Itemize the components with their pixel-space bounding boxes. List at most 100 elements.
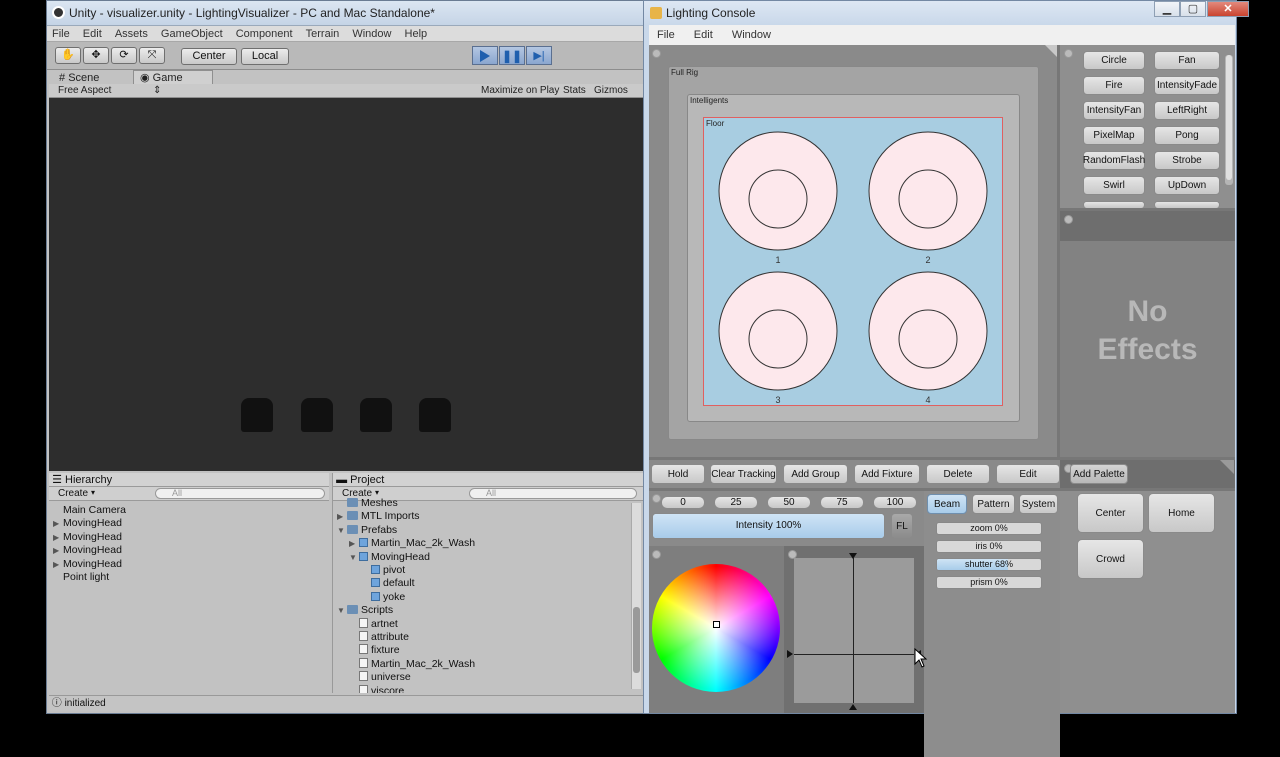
step-button[interactable]: ▶| (526, 46, 552, 65)
effect-more-button[interactable] (1083, 201, 1145, 208)
expand-arrow-icon[interactable]: ▶ (53, 517, 63, 530)
list-item[interactable]: pivot (337, 564, 627, 577)
effect-updown-button[interactable]: UpDown (1154, 176, 1220, 195)
menu-terrain[interactable]: Terrain (301, 26, 345, 42)
menu-edit[interactable]: Edit (78, 26, 107, 42)
list-item[interactable]: artnet (337, 617, 627, 631)
effect-strobe-button[interactable]: Strobe (1154, 151, 1220, 170)
intensity-preset-75[interactable]: 75 (820, 496, 864, 509)
effect-randomflash-button[interactable]: RandomFlash (1083, 151, 1145, 170)
collapse-arrow-icon[interactable]: ▼ (337, 524, 347, 537)
pivot-center-button[interactable]: Center (181, 48, 237, 65)
unity-titlebar[interactable]: Unity - visualizer.unity - LightingVisua… (47, 1, 643, 26)
effect-circle-button[interactable]: Circle (1083, 51, 1145, 70)
list-item[interactable]: universe (337, 671, 627, 684)
hand-tool-button[interactable]: ✋ (55, 47, 81, 64)
zoom-slider[interactable]: zoom 0% (936, 522, 1042, 535)
palette-crowd-button[interactable]: Crowd (1077, 539, 1144, 579)
menu-assets[interactable]: Assets (110, 26, 153, 42)
hierarchy-search-input[interactable]: All (155, 488, 325, 499)
list-item[interactable]: Meshes (337, 497, 627, 510)
minimize-button[interactable]: ▁ (1154, 1, 1180, 17)
pan-marker-left-icon[interactable] (787, 650, 793, 658)
palette-home-button[interactable]: Home (1148, 493, 1215, 533)
expand-arrow-icon[interactable]: ▶ (349, 537, 359, 550)
color-wheel-cursor[interactable] (713, 621, 720, 628)
clear-tracking-button[interactable]: Clear Tracking (710, 464, 777, 484)
color-wheel[interactable] (652, 564, 780, 692)
list-item[interactable]: ▶ Martin_Mac_2k_Wash (337, 537, 627, 550)
tab-beam[interactable]: Beam (927, 494, 967, 514)
tab-system[interactable]: System (1019, 494, 1058, 514)
effect-fire-button[interactable]: Fire (1083, 76, 1145, 95)
list-item[interactable]: Point light (53, 571, 126, 584)
intensity-slider[interactable]: Intensity 100% (652, 513, 885, 539)
effect-intensityfade-button[interactable]: IntensityFade (1154, 76, 1220, 95)
panel-handle-icon[interactable] (1064, 215, 1073, 224)
menu-gameobject[interactable]: GameObject (156, 26, 228, 42)
menu-window[interactable]: Window (347, 26, 396, 42)
intensity-preset-100[interactable]: 100 (873, 496, 917, 509)
tab-game[interactable]: ◉ Game (133, 70, 213, 84)
close-button[interactable]: ✕ (1207, 1, 1249, 17)
hierarchy-create-button[interactable]: Create (58, 488, 88, 499)
group-floor[interactable]: Floor 1 2 3 4 (703, 117, 1003, 406)
expand-arrow-icon[interactable]: ▶ (337, 510, 347, 523)
tilt-marker-bottom-icon[interactable] (849, 704, 857, 710)
project-scrollbar[interactable] (631, 503, 641, 689)
effect-pixelmap-button[interactable]: PixelMap (1083, 126, 1145, 145)
collapse-arrow-icon[interactable]: ▼ (337, 604, 347, 617)
panel-handle-icon[interactable] (652, 550, 661, 559)
list-item[interactable]: Main Camera (53, 504, 126, 517)
effect-pong-button[interactable]: Pong (1154, 126, 1220, 145)
expand-arrow-icon[interactable]: ▶ (53, 531, 63, 544)
console-menu-edit[interactable]: Edit (686, 25, 721, 45)
edit-button[interactable]: Edit (996, 464, 1060, 484)
prism-slider[interactable]: prism 0% (936, 576, 1042, 589)
list-item[interactable]: attribute (337, 631, 627, 644)
fixture-1[interactable] (718, 131, 838, 251)
maximize-on-play-toggle[interactable]: Maximize on Play (481, 84, 559, 97)
fixture-2[interactable] (868, 131, 988, 251)
list-item[interactable]: ▶ MovingHead (53, 558, 126, 571)
tab-scene[interactable]: # Scene (53, 71, 105, 85)
list-item[interactable]: ▼ Scripts (337, 604, 627, 617)
console-titlebar[interactable]: Lighting Console ▁ ▢ ✕ (644, 1, 1249, 25)
move-tool-button[interactable]: ✥ (83, 47, 109, 64)
effect-intensityfan-button[interactable]: IntensityFan (1083, 101, 1145, 120)
console-menu-file[interactable]: File (649, 25, 683, 45)
menu-component[interactable]: Component (231, 26, 298, 42)
fixture-4[interactable] (868, 271, 988, 391)
effect-swirl-button[interactable]: Swirl (1083, 176, 1145, 195)
add-palette-button[interactable]: Add Palette (1070, 464, 1128, 484)
list-item[interactable]: fixture (337, 644, 627, 657)
tilt-marker-top-icon[interactable] (849, 553, 857, 559)
effect-fan-button[interactable]: Fan (1154, 51, 1220, 70)
menu-file[interactable]: File (47, 26, 75, 42)
panel-handle-icon[interactable] (1064, 49, 1073, 58)
flash-button[interactable]: FL (891, 513, 913, 539)
game-viewport[interactable] (49, 98, 643, 471)
list-item[interactable]: ▶ MTL Imports (337, 510, 627, 523)
effect-leftright-button[interactable]: LeftRight (1154, 101, 1220, 120)
play-button[interactable] (472, 46, 498, 65)
tab-pattern[interactable]: Pattern (972, 494, 1015, 514)
project-scrollbar-thumb[interactable] (633, 607, 640, 673)
intensity-preset-25[interactable]: 25 (714, 496, 758, 509)
list-item[interactable]: Martin_Mac_2k_Wash (337, 657, 627, 671)
hold-button[interactable]: Hold (651, 464, 705, 484)
list-item[interactable]: yoke (337, 591, 627, 604)
scale-tool-button[interactable]: ⤧ (139, 47, 165, 64)
maximize-button[interactable]: ▢ (1180, 1, 1206, 17)
delete-button[interactable]: Delete (926, 464, 990, 484)
list-item[interactable]: viscore (337, 684, 627, 693)
iris-slider[interactable]: iris 0% (936, 540, 1042, 553)
intensity-preset-50[interactable]: 50 (767, 496, 811, 509)
palette-center-button[interactable]: Center (1077, 493, 1144, 533)
effect-more-button[interactable] (1154, 201, 1220, 208)
list-item[interactable]: ▶ MovingHead (53, 544, 126, 557)
menu-help[interactable]: Help (400, 26, 433, 42)
collapse-arrow-icon[interactable]: ▼ (349, 551, 359, 564)
group-intelligents[interactable]: Intelligents Floor 1 2 3 4 (687, 94, 1020, 422)
effects-scrollbar-thumb[interactable] (1226, 55, 1232, 180)
